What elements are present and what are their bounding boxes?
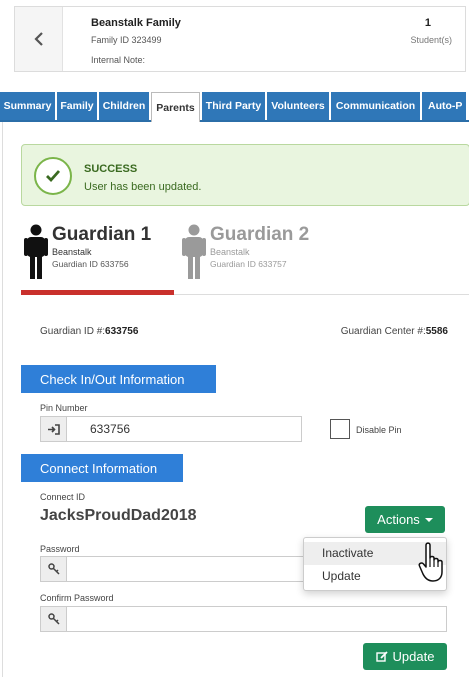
students-label: Student(s) (410, 35, 452, 45)
family-name: Beanstalk Family (91, 17, 181, 29)
tab-communication[interactable]: Communication (331, 92, 420, 120)
guardian-2-last-name: Beanstalk (210, 247, 250, 257)
person-icon (24, 224, 48, 279)
pin-number-value: 633756 (90, 422, 131, 436)
password-addon (41, 557, 67, 581)
active-guardian-indicator (21, 290, 174, 295)
guardian-2-title: Guardian 2 (210, 224, 310, 245)
guardian-id-prefix: Guardian ID #: (40, 326, 106, 337)
disable-pin-checkbox[interactable] (330, 419, 350, 439)
connect-id-value: JacksProudDad2018 (40, 507, 197, 524)
guardian-center-row: Guardian Center #:5586 (341, 326, 448, 337)
guardian-1-tab[interactable]: Guardian 1 Beanstalk Guardian ID 633756 (23, 224, 151, 280)
guardian-2-id: Guardian ID 633757 (210, 259, 287, 269)
chevron-left-icon (33, 32, 43, 46)
family-header-card: Beanstalk Family Family ID 323499 Intern… (14, 6, 466, 72)
tab-summary[interactable]: Summary (0, 92, 55, 120)
guardian-1-last-name: Beanstalk (52, 247, 92, 257)
pin-number-label: Pin Number (40, 403, 88, 413)
sign-in-icon (47, 423, 60, 435)
parents-panel: SUCCESS User has been updated. Guardian … (2, 122, 469, 677)
checkin-section-header: Check In/Out Information (21, 365, 216, 393)
key-icon (47, 563, 60, 575)
person-icon (182, 224, 206, 279)
alert-title: SUCCESS (84, 163, 138, 175)
guardian-1-id: Guardian ID 633756 (52, 259, 129, 269)
success-check-badge (34, 157, 72, 195)
confirm-password-label: Confirm Password (40, 593, 114, 603)
tab-auto-pay[interactable]: Auto-P (422, 92, 466, 120)
key-icon (47, 613, 60, 625)
confirm-password-addon (41, 607, 67, 631)
connect-section-header: Connect Information (21, 454, 183, 482)
actions-button[interactable]: Actions (365, 506, 445, 533)
tab-third-party[interactable]: Third Party (202, 92, 265, 120)
actions-label: Actions (377, 512, 420, 527)
pin-number-field[interactable]: 633756 (40, 416, 302, 442)
password-label: Password (40, 544, 80, 554)
disable-pin-label: Disable Pin (356, 425, 402, 435)
hand-cursor-icon (418, 542, 443, 582)
family-tabs: Summary Family Children Parents Third Pa… (0, 92, 469, 122)
student-count: 1 (424, 17, 431, 29)
back-button[interactable] (15, 7, 63, 71)
tab-parents[interactable]: Parents (151, 92, 200, 122)
check-icon (46, 170, 61, 183)
guardian-2-tab[interactable]: Guardian 2 Beanstalk Guardian ID 633757 (181, 224, 309, 280)
family-id: Family ID 323499 (91, 35, 162, 45)
edit-icon (375, 650, 388, 662)
tab-volunteers[interactable]: Volunteers (267, 92, 329, 120)
caret-down-icon (424, 517, 433, 522)
success-alert: SUCCESS User has been updated. (21, 144, 469, 206)
guardian-center-value: 5586 (425, 326, 448, 337)
connect-id-label: Connect ID (40, 492, 86, 502)
guardian-1-title: Guardian 1 (52, 224, 152, 245)
pin-addon (41, 417, 67, 441)
tab-family[interactable]: Family (57, 92, 97, 120)
internal-note-label: Internal Note: (91, 55, 146, 65)
alert-message: User has been updated. (84, 181, 202, 193)
guardian-id-value: 633756 (105, 326, 139, 337)
guardian-center-prefix: Guardian Center #: (340, 326, 426, 337)
confirm-password-field[interactable] (40, 606, 447, 632)
update-button[interactable]: Update (363, 643, 447, 670)
guardian-id-row: Guardian ID #:633756 (40, 326, 138, 337)
tab-children[interactable]: Children (99, 92, 149, 120)
update-label: Update (392, 649, 435, 664)
